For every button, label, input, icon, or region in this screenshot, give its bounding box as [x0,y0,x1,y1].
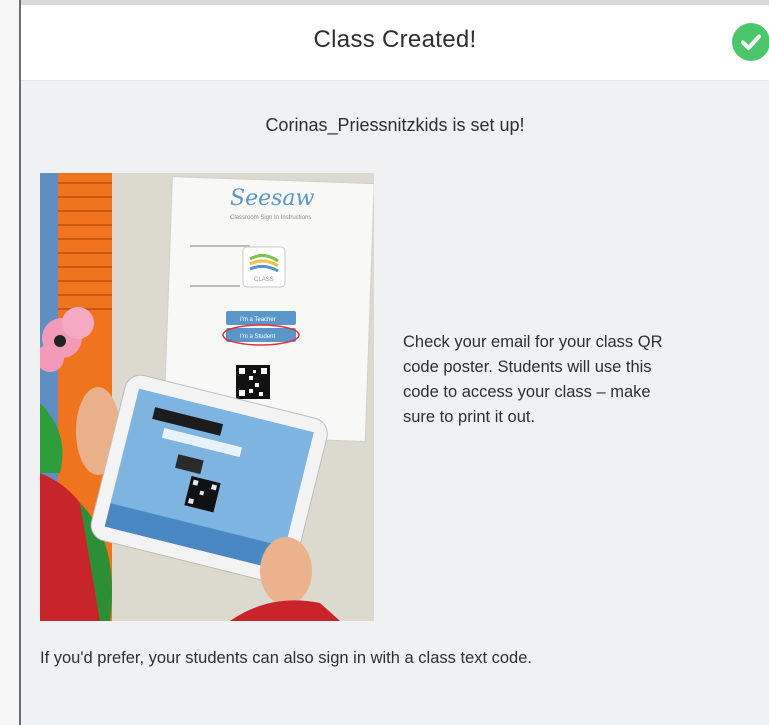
poster-brand: Seesaw [230,186,315,211]
checkmark-icon [732,23,769,61]
qr-instructions-text: Check your email for your class QR code … [403,333,663,426]
class-created-dialog: Class Created! Corinas_Priessnitzkids is… [21,5,769,725]
dialog-title: Class Created! [313,26,477,53]
class-setup-message: Corinas_Priessnitzkids is set up! [265,115,525,135]
qr-poster-photo: Seesaw Classroom Sign In Instructions CL… [40,173,374,621]
poster-class-label: CLASS [254,277,274,283]
poster-teacher-button: I'm a Teacher [240,317,276,323]
window-left-edge [0,0,21,725]
poster-student-button: I'm a Student [240,334,275,340]
text-code-hint: If you'd prefer, your students can also … [40,649,532,667]
poster-subtitle: Classroom Sign In Instructions [230,215,311,221]
dialog-header: Class Created! [21,5,769,81]
